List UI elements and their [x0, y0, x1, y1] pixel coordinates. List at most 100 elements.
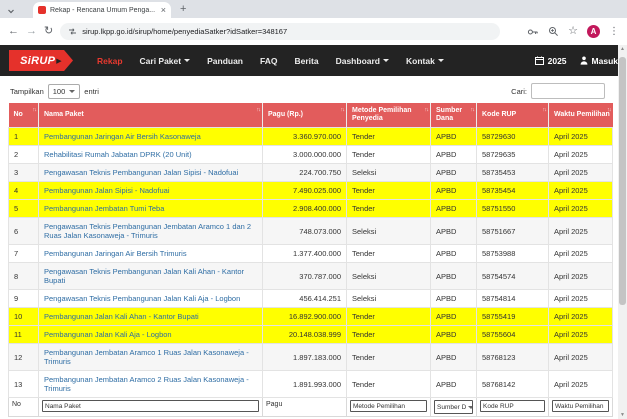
address-bar-actions: ☆ A ⋮ [527, 25, 619, 38]
tab-search-chevron-icon[interactable] [7, 7, 15, 15]
password-key-icon[interactable] [527, 27, 539, 37]
cell-no: 4 [9, 182, 39, 200]
cell-no: 1 [9, 128, 39, 146]
package-link[interactable]: Pembangunan Jaringan Air Bersih Trimuris [44, 249, 187, 258]
back-icon[interactable]: ← [8, 26, 19, 37]
new-tab-button[interactable]: + [180, 4, 186, 15]
sort-icon: ↑↓ [425, 106, 429, 114]
table-row[interactable]: 4 Pembangunan Jalan Sipisi - Nadofuai 7.… [9, 182, 613, 200]
scroll-up-icon[interactable]: ▲ [620, 45, 625, 53]
col-header-pagu[interactable]: Pagu (Rp.)↑↓ [263, 103, 347, 128]
cell-pagu: 748.073.000 [263, 218, 347, 245]
address-bar-input[interactable]: sirup.lkpp.go.id/sirup/home/penyediaSatk… [60, 23, 500, 40]
chevron-down-icon [184, 59, 190, 62]
site-settings-icon[interactable] [68, 27, 77, 36]
scrollbar-thumb[interactable] [619, 57, 626, 305]
url-text: sirup.lkpp.go.id/sirup/home/penyediaSatk… [82, 27, 287, 36]
cell-pagu: 2.908.400.000 [263, 200, 347, 218]
cell-pagu: 370.787.000 [263, 263, 347, 290]
forward-icon[interactable]: → [26, 26, 37, 37]
package-link[interactable]: Rehabilitasi Rumah Jabatan DPRK (20 Unit… [44, 150, 192, 159]
nav-item-panduan[interactable]: Panduan [207, 56, 243, 66]
table-row[interactable]: 5 Pembangunan Jembatan Tumi Teba 2.908.4… [9, 200, 613, 218]
cell-metode: Tender [347, 182, 431, 200]
cell-sumber: APBD [431, 371, 477, 398]
nav-item-faq[interactable]: FAQ [260, 56, 277, 66]
table-row[interactable]: 10 Pembangunan Jalan Kali Ahan - Kantor … [9, 308, 613, 326]
browser-tab-strip: Rekap - Rencana Umum Penga... × + [0, 0, 627, 18]
nav-item-kontak[interactable]: Kontak [406, 56, 444, 66]
cell-kode-rup: 58751550 [477, 200, 549, 218]
reload-icon[interactable]: ↻ [44, 26, 53, 37]
table-row[interactable]: 2 Rehabilitasi Rumah Jabatan DPRK (20 Un… [9, 146, 613, 164]
cell-kode-rup: 58755419 [477, 308, 549, 326]
nav-item-dashboard[interactable]: Dashboard [336, 56, 389, 66]
sort-icon: ↑↓ [543, 106, 547, 114]
table-row[interactable]: 11 Pembangunan Jalan Kali Aja - Logbon 2… [9, 326, 613, 344]
cell-nama-paket: Pembangunan Jaringan Air Bersih Kasonawe… [39, 128, 263, 146]
package-link[interactable]: Pembangunan Jembatan Aramco 1 Ruas Jalan… [44, 348, 249, 366]
col-header-nama-paket[interactable]: Nama Paket↑↓ [39, 103, 263, 128]
cell-waktu: April 2025 [549, 371, 613, 398]
site-favicon-icon [38, 6, 46, 14]
cell-pagu: 1.891.993.000 [263, 371, 347, 398]
table-row[interactable]: 9 Pengawasan Teknis Pembangunan Jalan Ka… [9, 290, 613, 308]
bookmark-star-icon[interactable]: ☆ [568, 26, 578, 37]
table-row[interactable]: 8 Pengawasan Teknis Pembangunan Jalan Ka… [9, 263, 613, 290]
entries-select[interactable]: 100 [48, 84, 81, 99]
cell-waktu: April 2025 [549, 308, 613, 326]
table-row[interactable]: 12 Pembangunan Jembatan Aramco 1 Ruas Ja… [9, 344, 613, 371]
cell-pagu: 224.700.750 [263, 164, 347, 182]
package-link[interactable]: Pengawasan Teknis Pembangunan Jalan Sipi… [44, 168, 238, 177]
package-link[interactable]: Pembangunan Jaringan Air Bersih Kasonawe… [44, 132, 201, 141]
cell-pagu: 1.897.183.000 [263, 344, 347, 371]
browser-address-bar: ← → ↻ sirup.lkpp.go.id/sirup/home/penyed… [0, 18, 627, 46]
table-row[interactable]: 1 Pembangunan Jaringan Air Bersih Kasona… [9, 128, 613, 146]
package-link[interactable]: Pembangunan Jalan Kali Aja - Logbon [44, 330, 172, 339]
browser-profile-avatar[interactable]: A [587, 25, 600, 38]
col-header-sumber-dana[interactable]: Sumber Dana↑↓ [431, 103, 477, 128]
package-link[interactable]: Pengawasan Teknis Pembangunan Jembatan A… [44, 222, 251, 240]
col-header-metode-pemilihan[interactable]: Metode Pemilihan Penyedia↑↓ [347, 103, 431, 128]
sirup-logo[interactable]: SiRUP▶ [9, 50, 73, 71]
browser-menu-icon[interactable]: ⋮ [609, 26, 619, 37]
cell-sumber: APBD [431, 182, 477, 200]
package-link[interactable]: Pembangunan Jalan Kali Ahan - Kantor Bup… [44, 312, 199, 321]
cell-no: 3 [9, 164, 39, 182]
package-link[interactable]: Pembangunan Jalan Sipisi - Nadofuai [44, 186, 170, 195]
zoom-icon[interactable] [548, 26, 559, 37]
col-header-waktu-pemilihan[interactable]: Waktu Pemilihan↑↓ [549, 103, 613, 128]
tab-close-icon[interactable]: × [161, 6, 166, 15]
cell-pagu: 456.414.251 [263, 290, 347, 308]
browser-tab[interactable]: Rekap - Rencana Umum Penga... × [33, 2, 171, 18]
package-link[interactable]: Pembangunan Jembatan Aramco 2 Ruas Jalan… [44, 375, 249, 393]
calendar-icon [535, 56, 544, 65]
sort-icon: ↑↓ [257, 106, 261, 114]
col-header-kode-rup[interactable]: Kode RUP↑↓ [477, 103, 549, 128]
table-row[interactable]: 6 Pengawasan Teknis Pembangunan Jembatan… [9, 218, 613, 245]
kode-rup-filter-input[interactable] [480, 400, 545, 412]
cell-metode: Tender [347, 371, 431, 398]
login-label: Masuk [592, 56, 618, 66]
nama-paket-filter-input[interactable] [42, 400, 259, 412]
vertical-scrollbar[interactable]: ▲ ▼ [618, 45, 627, 419]
nav-item-cari-paket[interactable]: Cari Paket [140, 56, 191, 66]
scrollbar-track[interactable] [618, 53, 627, 411]
cell-kode-rup: 58768142 [477, 371, 549, 398]
col-header-no[interactable]: No↑↓ [9, 103, 39, 128]
search-input[interactable] [531, 83, 605, 99]
nav-item-berita[interactable]: Berita [295, 56, 319, 66]
login-button[interactable]: Masuk [580, 56, 618, 66]
year-selector[interactable]: 2025 [535, 56, 567, 66]
scroll-down-icon[interactable]: ▼ [620, 411, 625, 419]
package-link[interactable]: Pengawasan Teknis Pembangunan Jalan Kali… [44, 267, 244, 285]
package-link[interactable]: Pembangunan Jembatan Tumi Teba [44, 204, 164, 213]
metode-pemilihan-filter-input[interactable] [350, 400, 427, 412]
waktu-pemilihan-filter-input[interactable] [552, 400, 609, 412]
table-row[interactable]: 3 Pengawasan Teknis Pembangunan Jalan Si… [9, 164, 613, 182]
sumber-dana-filter-select[interactable]: Sumber D [434, 400, 473, 414]
nav-item-rekap[interactable]: Rekap [97, 56, 123, 66]
table-row[interactable]: 7 Pembangunan Jaringan Air Bersih Trimur… [9, 245, 613, 263]
package-link[interactable]: Pengawasan Teknis Pembangunan Jalan Kali… [44, 294, 240, 303]
table-row[interactable]: 13 Pembangunan Jembatan Aramco 2 Ruas Ja… [9, 371, 613, 398]
